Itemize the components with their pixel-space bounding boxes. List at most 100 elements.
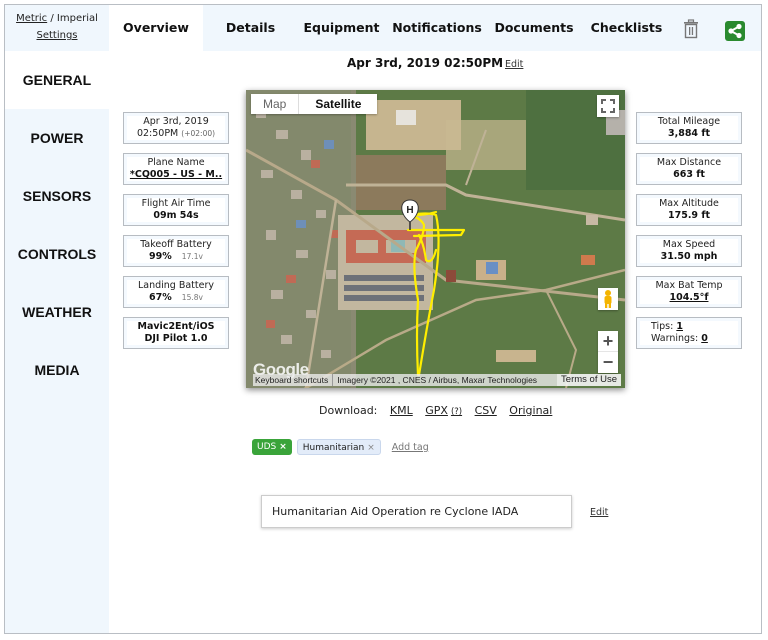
- sidebar-item-weather[interactable]: WEATHER: [5, 283, 109, 341]
- air-time-label: Flight Air Time: [141, 198, 211, 209]
- flight-map[interactable]: H Map Satellite + − Google Keyboard shor…: [246, 90, 625, 388]
- air-time-card: Flight Air Time 09m 54s: [123, 194, 229, 226]
- fullscreen-button[interactable]: [597, 95, 619, 117]
- total-mileage-card: Total Mileage 3,884 ft: [636, 112, 742, 144]
- takeoff-battery-label: Takeoff Battery: [140, 239, 212, 250]
- plane-name-label: Plane Name: [147, 157, 205, 168]
- sidebar-item-controls[interactable]: CONTROLS: [5, 225, 109, 283]
- tab-overview[interactable]: Overview: [109, 5, 203, 51]
- map-type-satellite-button[interactable]: Satellite: [299, 94, 377, 114]
- remove-tag-icon[interactable]: ×: [279, 442, 287, 452]
- metric-link[interactable]: Metric: [16, 13, 47, 24]
- units-separator: /: [47, 13, 57, 24]
- max-speed-card: Max Speed 31.50 mph: [636, 235, 742, 267]
- sidebar-item-power[interactable]: POWER: [5, 109, 109, 167]
- app-frame: Metric / Imperial Settings Overview Deta…: [4, 4, 762, 634]
- warnings-count-link[interactable]: 0: [701, 333, 708, 344]
- tab-details[interactable]: Details: [203, 5, 298, 51]
- max-altitude-value: 175.9 ft: [667, 210, 711, 221]
- settings-link[interactable]: Settings: [36, 30, 77, 41]
- home-marker-label: H: [406, 205, 413, 216]
- warnings-label: Warnings:: [651, 333, 699, 344]
- max-bat-temp-label: Max Bat Temp: [655, 280, 723, 291]
- tips-count-link[interactable]: 1: [676, 321, 683, 332]
- street-view-button[interactable]: [598, 288, 618, 310]
- download-links: Download: KML GPX (?) CSV Original: [319, 404, 552, 417]
- keyboard-shortcuts-link[interactable]: Keyboard shortcuts: [253, 374, 334, 386]
- imagery-credit: Imagery ©2021 , CNES / Airbus, Maxar Tec…: [333, 374, 558, 386]
- app-version: DJI Pilot 1.0: [144, 333, 208, 344]
- tag-humanitarian[interactable]: Humanitarian ×: [296, 439, 381, 455]
- satellite-imagery: H: [246, 90, 625, 388]
- total-mileage-label: Total Mileage: [657, 116, 721, 127]
- takeoff-battery-card: Takeoff Battery 99% 17.1v: [123, 235, 229, 267]
- remove-tag-icon[interactable]: ×: [367, 443, 375, 453]
- max-distance-label: Max Distance: [656, 157, 722, 168]
- sidebar-item-media[interactable]: MEDIA: [5, 341, 109, 399]
- tab-notifications[interactable]: Notifications: [385, 5, 489, 51]
- edit-datetime-link[interactable]: Edit: [505, 59, 523, 70]
- share-button[interactable]: [725, 21, 745, 41]
- tab-checklists[interactable]: Checklists: [579, 5, 674, 51]
- edit-notes-link[interactable]: Edit: [590, 507, 608, 518]
- landing-battery-value: 67%: [149, 292, 172, 303]
- tag-list: UDS × Humanitarian × Add tag: [252, 439, 429, 455]
- date-text: Apr 3rd, 2019: [143, 116, 209, 127]
- max-altitude-label: Max Altitude: [659, 198, 719, 209]
- download-original-link[interactable]: Original: [509, 404, 552, 417]
- tab-bar: Overview Details Equipment Notifications…: [109, 5, 761, 51]
- landing-battery-label: Landing Battery: [137, 280, 215, 291]
- takeoff-battery-value: 99%: [149, 251, 172, 262]
- tag-label: UDS: [257, 442, 277, 452]
- tips-label: Tips:: [651, 321, 674, 332]
- zoom-out-button[interactable]: −: [598, 352, 618, 373]
- zoom-control: + −: [598, 331, 618, 373]
- max-bat-temp-card: Max Bat Temp 104.5°f: [636, 276, 742, 308]
- map-type-control: Map Satellite: [251, 94, 378, 114]
- add-tag-input[interactable]: Add tag: [392, 442, 429, 453]
- fullscreen-icon: [601, 99, 615, 113]
- tag-uds[interactable]: UDS ×: [252, 439, 292, 455]
- gpx-help-link[interactable]: (?): [451, 407, 462, 417]
- app-name: Mavic2Ent/iOS: [137, 321, 215, 332]
- trash-icon: [684, 19, 698, 39]
- sidebar-item-sensors[interactable]: SENSORS: [5, 167, 109, 225]
- timezone-text: (+02:00): [181, 129, 216, 138]
- tab-equipment[interactable]: Equipment: [298, 5, 385, 51]
- download-label: Download:: [319, 404, 378, 417]
- zoom-in-button[interactable]: +: [598, 331, 618, 352]
- map-attribution: Keyboard shortcuts Imagery ©2021 , CNES …: [253, 374, 621, 386]
- sidebar-nav: GENERAL POWER SENSORS CONTROLS WEATHER M…: [5, 51, 109, 399]
- time-text: 02:50PM: [136, 128, 179, 139]
- total-mileage-value: 3,884 ft: [667, 128, 711, 139]
- download-kml-link[interactable]: KML: [390, 404, 413, 417]
- plane-name-link[interactable]: *CQ005 - US - M..: [130, 169, 222, 180]
- max-altitude-card: Max Altitude 175.9 ft: [636, 194, 742, 226]
- max-speed-value: 31.50 mph: [660, 251, 718, 262]
- imperial-label[interactable]: Imperial: [57, 13, 98, 24]
- plane-name-card: Plane Name *CQ005 - US - M..: [123, 153, 229, 185]
- share-icon: [728, 23, 742, 39]
- date-card: Apr 3rd, 2019 02:50PM (+02:00): [123, 112, 229, 144]
- pegman-icon: [604, 290, 612, 308]
- max-distance-card: Max Distance 663 ft: [636, 153, 742, 185]
- download-gpx-link[interactable]: GPX: [425, 404, 448, 417]
- landing-battery-card: Landing Battery 67% 15.8v: [123, 276, 229, 308]
- download-csv-link[interactable]: CSV: [475, 404, 497, 417]
- map-type-map-button[interactable]: Map: [251, 94, 300, 114]
- tips-warnings-card: Tips: 1 Warnings: 0: [636, 317, 742, 349]
- max-distance-value: 663 ft: [673, 169, 705, 180]
- max-bat-temp-link[interactable]: 104.5°f: [670, 292, 709, 303]
- delete-button[interactable]: [682, 19, 700, 39]
- air-time-value: 09m 54s: [153, 210, 199, 221]
- tag-label: Humanitarian: [302, 443, 365, 453]
- flight-datetime-heading: Apr 3rd, 2019 02:50PM: [347, 56, 504, 70]
- takeoff-battery-voltage: 17.1v: [181, 252, 203, 261]
- max-speed-label: Max Speed: [662, 239, 716, 250]
- app-card: Mavic2Ent/iOS DJI Pilot 1.0: [123, 317, 229, 349]
- units-switcher: Metric / Imperial Settings: [5, 5, 109, 51]
- sidebar-item-general[interactable]: GENERAL: [5, 51, 109, 109]
- flight-notes: Humanitarian Aid Operation re Cyclone IA…: [261, 495, 572, 528]
- terms-of-use-link[interactable]: Terms of Use: [557, 374, 621, 386]
- tab-documents[interactable]: Documents: [489, 5, 579, 51]
